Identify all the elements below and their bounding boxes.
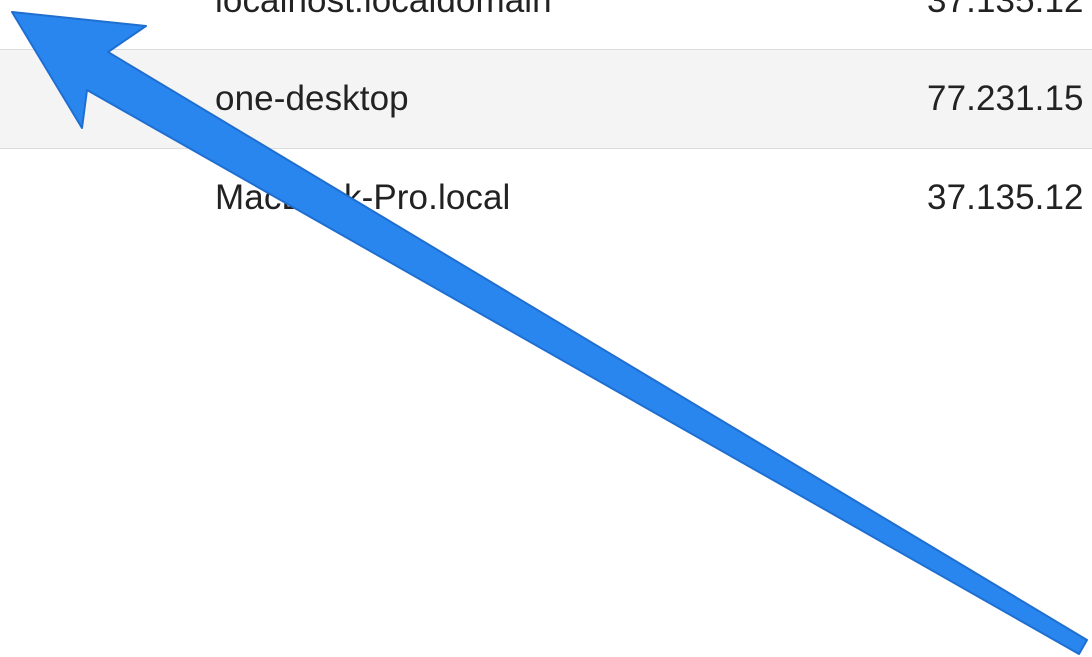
table-row[interactable]: MacBook-Pro.local 37.135.12 (0, 149, 1092, 247)
ip-address-cell: 77.231.15 (927, 79, 1084, 118)
hostname-cell: one-desktop (215, 79, 409, 118)
ip-address-cell: 37.135.12 (927, 0, 1084, 20)
table-row[interactable]: localhost.localdomain 37.135.12 (0, 0, 1092, 50)
hostname-cell: MacBook-Pro.local (215, 178, 511, 217)
table-row[interactable]: one-desktop 77.231.15 (0, 50, 1092, 149)
hostname-cell: localhost.localdomain (215, 0, 552, 20)
ip-address-cell: 37.135.12 (927, 178, 1084, 217)
